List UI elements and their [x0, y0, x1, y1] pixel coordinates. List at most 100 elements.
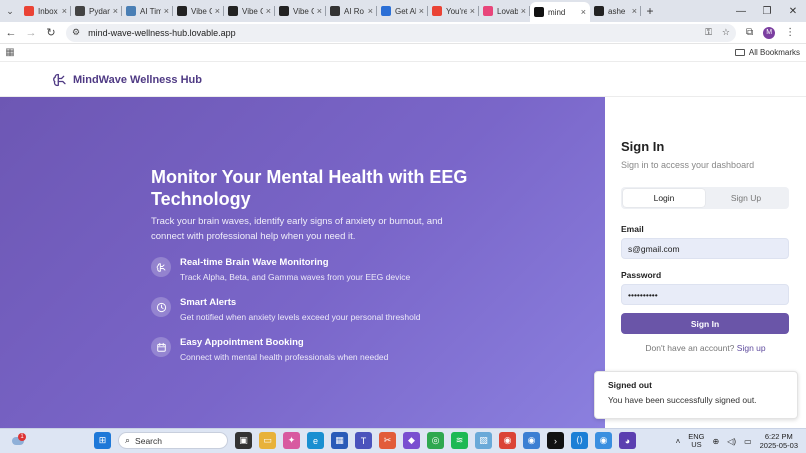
photos-icon[interactable]: ▧: [475, 432, 492, 449]
close-tab-icon[interactable]: ×: [581, 7, 586, 17]
app-icon[interactable]: ◆: [403, 432, 420, 449]
language-indicator[interactable]: ENG US: [688, 433, 704, 449]
start-icon[interactable]: ⊞: [94, 432, 111, 449]
store-icon[interactable]: ▦: [331, 432, 348, 449]
close-tab-icon[interactable]: ×: [368, 6, 373, 16]
edge-icon[interactable]: e: [307, 432, 324, 449]
battery-icon[interactable]: ▭: [744, 437, 752, 446]
browser-tab[interactable]: AI Tim ×: [122, 0, 173, 22]
profile-avatar[interactable]: M: [763, 26, 776, 39]
tab-title: Pydan: [89, 6, 110, 16]
taskbar-search[interactable]: ⌕ Search: [118, 432, 228, 449]
globe-icon[interactable]: ⊕: [713, 437, 720, 446]
feature-desc: Track Alpha, Beta, and Gamma waves from …: [180, 272, 411, 282]
clock[interactable]: 6:22 PM 2025-05-03: [760, 432, 798, 450]
tab-search-icon[interactable]: ⌄: [0, 0, 20, 22]
close-tab-icon[interactable]: ×: [632, 6, 637, 16]
bookmark-star-icon[interactable]: ☆: [722, 27, 730, 38]
task-view-icon[interactable]: ▣: [235, 432, 252, 449]
site-info-icon[interactable]: ⚙: [72, 27, 80, 38]
forward-button[interactable]: →: [22, 24, 40, 42]
tab-title: Lovab: [497, 6, 518, 16]
system-tray: ˄ ENG US ⊕ ◁) ▭ 6:22 PM 2025-05-03: [676, 432, 798, 450]
chevron-up-icon[interactable]: ˄: [676, 437, 681, 446]
bookmarks-bar: ▦ All Bookmarks: [0, 44, 806, 62]
feature-title: Real-time Brain Wave Monitoring: [180, 257, 329, 268]
browser-tab[interactable]: Pydan ×: [71, 0, 122, 22]
close-tab-icon[interactable]: ×: [62, 6, 67, 16]
browser-tab[interactable]: Vibe C×: [173, 0, 224, 22]
close-window-button[interactable]: ✕: [780, 0, 806, 22]
tab-login[interactable]: Login: [623, 189, 705, 207]
feature-brainwave: Real-time Brain Wave Monitoring Track Al…: [151, 257, 410, 283]
apps-grid-icon[interactable]: ▦: [0, 47, 20, 58]
chrome-profile-icon[interactable]: ◉: [523, 432, 540, 449]
close-tab-icon[interactable]: ×: [113, 6, 118, 16]
browser-tab[interactable]: You're ×: [428, 0, 479, 22]
close-tab-icon[interactable]: ×: [470, 6, 475, 16]
weather-widget-icon[interactable]: 1: [10, 433, 26, 449]
tab-favicon-icon: [594, 6, 604, 16]
search-icon: ⌕: [125, 435, 131, 445]
vscode-icon[interactable]: ⟨⟩: [571, 432, 588, 449]
all-bookmarks-button[interactable]: All Bookmarks: [734, 48, 800, 57]
feature-booking: Easy Appointment Booking Connect with me…: [151, 337, 388, 363]
restore-button[interactable]: ❐: [754, 0, 780, 22]
terminal-icon[interactable]: ›: [547, 432, 564, 449]
tab-title: Vibe C: [242, 6, 263, 16]
back-button[interactable]: ←: [2, 24, 20, 42]
close-tab-icon[interactable]: ×: [419, 6, 424, 16]
minimize-button[interactable]: —: [728, 0, 754, 22]
tab-favicon-icon: [381, 6, 391, 16]
browser-tab[interactable]: Vibe C×: [275, 0, 326, 22]
tab-title: Inbox: [38, 6, 58, 16]
chrome-app-icon[interactable]: ◉: [595, 432, 612, 449]
close-tab-icon[interactable]: ×: [215, 6, 220, 16]
browser-tab-strip: ⌄ Inbox×Pydan×AI Tim×Vibe C×Vibe C×Vibe …: [0, 0, 806, 22]
password-key-icon[interactable]: ⚿: [705, 27, 712, 38]
browser-tab[interactable]: Vibe C×: [224, 0, 275, 22]
copilot-icon[interactable]: ✦: [283, 432, 300, 449]
close-tab-icon[interactable]: ×: [521, 6, 526, 16]
snipping-tool-icon[interactable]: ✂: [379, 432, 396, 449]
feature-desc: Get notified when anxiety levels exceed …: [180, 312, 421, 322]
menu-kebab-icon[interactable]: ⋮: [785, 27, 795, 38]
volume-icon[interactable]: ◁): [727, 437, 736, 446]
chrome-icon[interactable]: ◉: [499, 432, 516, 449]
browser-toolbar: ← → ↻ ⚙ mind-wave-wellness-hub.lovable.a…: [0, 22, 806, 44]
auth-mode-tabs: Login Sign Up: [621, 187, 789, 209]
brain-icon: [53, 73, 66, 86]
spotify-icon[interactable]: ≋: [451, 432, 468, 449]
browser-tab[interactable]: Inbox ×: [20, 0, 71, 22]
extensions-icon[interactable]: ⧉: [746, 27, 753, 38]
signup-link[interactable]: Sign up: [737, 343, 766, 353]
teams-icon[interactable]: T: [355, 432, 372, 449]
close-tab-icon[interactable]: ×: [266, 6, 271, 16]
browser-tab[interactable]: Lovab ×: [479, 0, 530, 22]
browser-tab[interactable]: ashe ×: [590, 0, 641, 22]
password-field[interactable]: ••••••••••: [621, 284, 789, 305]
email-field[interactable]: s@gmail.com: [621, 238, 789, 259]
tab-favicon-icon: [432, 6, 442, 16]
close-tab-icon[interactable]: ×: [164, 6, 169, 16]
sign-in-button[interactable]: Sign In: [621, 313, 789, 334]
close-tab-icon[interactable]: ×: [317, 6, 322, 16]
hero-lead: Track your brain waves, identify early s…: [151, 216, 443, 242]
brand-logo[interactable]: MindWave Wellness Hub: [52, 72, 202, 88]
discord-icon[interactable]: ◕: [619, 432, 636, 449]
address-bar[interactable]: ⚙ mind-wave-wellness-hub.lovable.app ⚿ ☆: [66, 23, 736, 42]
file-explorer-icon[interactable]: ▭: [259, 432, 276, 449]
tab-signup[interactable]: Sign Up: [705, 189, 787, 207]
tab-favicon-icon: [75, 6, 85, 16]
toast-title: Signed out: [608, 380, 652, 390]
browser-tab[interactable]: Get Al ×: [377, 0, 428, 22]
signed-out-toast: Signed out You have been successfully si…: [594, 371, 798, 419]
signin-title: Sign In: [621, 139, 665, 154]
browser-tab[interactable]: AI Ro ×: [326, 0, 377, 22]
reload-button[interactable]: ↻: [42, 24, 60, 42]
new-tab-button[interactable]: +: [641, 4, 659, 18]
url-text[interactable]: mind-wave-wellness-hub.lovable.app: [88, 28, 695, 38]
chatgpt-icon[interactable]: ◎: [427, 432, 444, 449]
browser-tab[interactable]: mind ×: [530, 2, 590, 22]
notification-badge: 1: [18, 433, 26, 441]
